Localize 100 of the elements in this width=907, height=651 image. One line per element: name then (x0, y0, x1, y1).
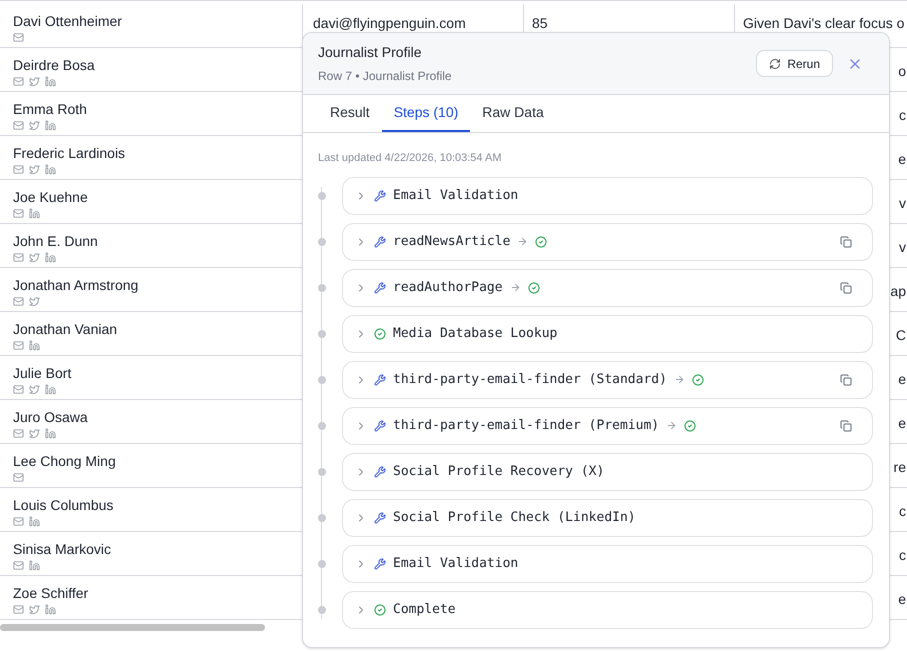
linkedin-icon[interactable] (45, 164, 56, 175)
bird-icon[interactable] (29, 76, 40, 87)
journalist-name: Jonathan Armstrong (13, 277, 138, 293)
wrench-icon (374, 558, 386, 570)
check-circle-icon (374, 328, 386, 340)
step-label: readAuthorPage (393, 278, 503, 297)
panel-title: Journalist Profile (318, 43, 422, 62)
wrench-icon (374, 236, 386, 248)
mail-icon[interactable] (13, 120, 24, 131)
tab[interactable]: Steps (10) (382, 95, 470, 132)
notes-cell-text: c (899, 502, 906, 521)
notes-cell-text: C (896, 326, 906, 345)
step-row[interactable]: readNewsArticle (342, 222, 873, 260)
journalist-name: Emma Roth (13, 101, 87, 117)
mail-icon[interactable] (13, 428, 24, 439)
step-label: third-party-email-finder (Standard) (393, 370, 667, 389)
mail-icon[interactable] (13, 76, 24, 87)
step-label: Social Profile Recovery (X) (393, 462, 604, 481)
notes-cell-text: e (898, 150, 906, 169)
copy-icon[interactable] (840, 236, 852, 248)
mail-icon[interactable] (13, 252, 24, 263)
mail-icon[interactable] (13, 296, 24, 307)
linkedin-icon[interactable] (45, 604, 56, 615)
mail-icon[interactable] (13, 384, 24, 395)
bird-icon[interactable] (29, 428, 40, 439)
journalist-name: Davi Ottenheimer (13, 13, 122, 29)
linkedin-icon[interactable] (29, 208, 40, 219)
step-row[interactable]: Social Profile Recovery (X) (342, 452, 873, 490)
notes-cell-text: re (894, 458, 906, 477)
journalist-name: Louis Columbus (13, 497, 114, 513)
bird-icon[interactable] (29, 296, 40, 307)
journalist-name: Julie Bort (13, 365, 72, 381)
wrench-icon (374, 190, 386, 202)
linkedin-icon[interactable] (29, 516, 40, 527)
tab[interactable]: Raw Data (470, 95, 556, 132)
linkedin-icon[interactable] (45, 252, 56, 263)
notes-cell-text: c (899, 546, 906, 565)
linkedin-icon[interactable] (45, 120, 56, 131)
check-circle-icon (374, 604, 386, 616)
tab[interactable]: Result (318, 95, 382, 132)
notes-cell-text: Given Davi's clear focus o (743, 14, 904, 33)
refresh-icon (769, 58, 782, 70)
copy-icon[interactable] (840, 420, 852, 432)
step-row[interactable]: Media Database Lookup (342, 314, 873, 352)
bird-icon[interactable] (29, 164, 40, 175)
arrow-icon (666, 420, 678, 431)
linkedin-icon[interactable] (45, 76, 56, 87)
notes-cell-text: v (899, 238, 906, 257)
linkedin-icon[interactable] (29, 340, 40, 351)
journalist-name: John E. Dunn (13, 233, 98, 249)
wrench-icon (374, 374, 386, 386)
step-row[interactable]: third-party-email-finder (Standard) (342, 360, 873, 398)
mail-icon[interactable] (13, 560, 24, 571)
journalist-name: Frederic Lardinois (13, 145, 126, 161)
wrench-icon (374, 466, 386, 478)
step-label: Media Database Lookup (393, 324, 558, 343)
bird-icon[interactable] (29, 384, 40, 395)
journalist-name: Juro Osawa (13, 409, 88, 425)
journalist-name: Zoe Schiffer (13, 585, 88, 601)
bird-icon[interactable] (29, 120, 40, 131)
step-row[interactable]: Complete (342, 590, 873, 628)
wrench-icon (374, 420, 386, 432)
step-row[interactable]: Email Validation (342, 176, 873, 214)
mail-icon[interactable] (13, 472, 24, 483)
bird-icon[interactable] (29, 604, 40, 615)
step-label: third-party-email-finder (Premium) (393, 416, 660, 435)
notes-cell-text: e (898, 370, 906, 389)
copy-icon[interactable] (840, 374, 852, 386)
rerun-button[interactable]: Rerun (756, 50, 833, 77)
linkedin-icon[interactable] (45, 428, 56, 439)
step-label: Email Validation (393, 186, 518, 205)
last-updated: Last updated 4/22/2026, 10:03:54 AM (318, 151, 502, 166)
arrow-icon (517, 236, 528, 247)
step-label: Social Profile Check (LinkedIn) (393, 508, 636, 527)
bird-icon[interactable] (29, 252, 40, 263)
mail-icon[interactable] (13, 164, 24, 175)
linkedin-icon[interactable] (29, 560, 40, 571)
step-row[interactable]: Social Profile Check (LinkedIn) (342, 498, 873, 536)
panel-subtitle: Row 7 • Journalist Profile (318, 68, 452, 85)
wrench-icon (374, 512, 386, 524)
notes-cell-text: ap (890, 282, 906, 301)
step-label: Email Validation (393, 554, 518, 573)
step-row[interactable]: third-party-email-finder (Premium) (342, 406, 873, 444)
mail-icon[interactable] (13, 516, 24, 527)
notes-cell-text: e (898, 590, 906, 609)
step-label: Complete (393, 600, 456, 619)
copy-icon[interactable] (840, 282, 852, 294)
step-row[interactable]: readAuthorPage (342, 268, 873, 306)
journalist-name: Lee Chong Ming (13, 453, 116, 469)
email-cell: davi@flyingpenguin.com (313, 15, 466, 31)
mail-icon[interactable] (13, 604, 24, 615)
step-row[interactable]: Email Validation (342, 544, 873, 582)
mail-icon[interactable] (13, 340, 24, 351)
wrench-icon (374, 282, 386, 294)
mail-icon[interactable] (13, 208, 24, 219)
notes-cell-text: o (898, 62, 906, 81)
notes-cell-text: v (899, 194, 906, 213)
linkedin-icon[interactable] (45, 384, 56, 395)
mail-icon[interactable] (13, 32, 24, 43)
notes-cell-text: c (899, 106, 906, 125)
